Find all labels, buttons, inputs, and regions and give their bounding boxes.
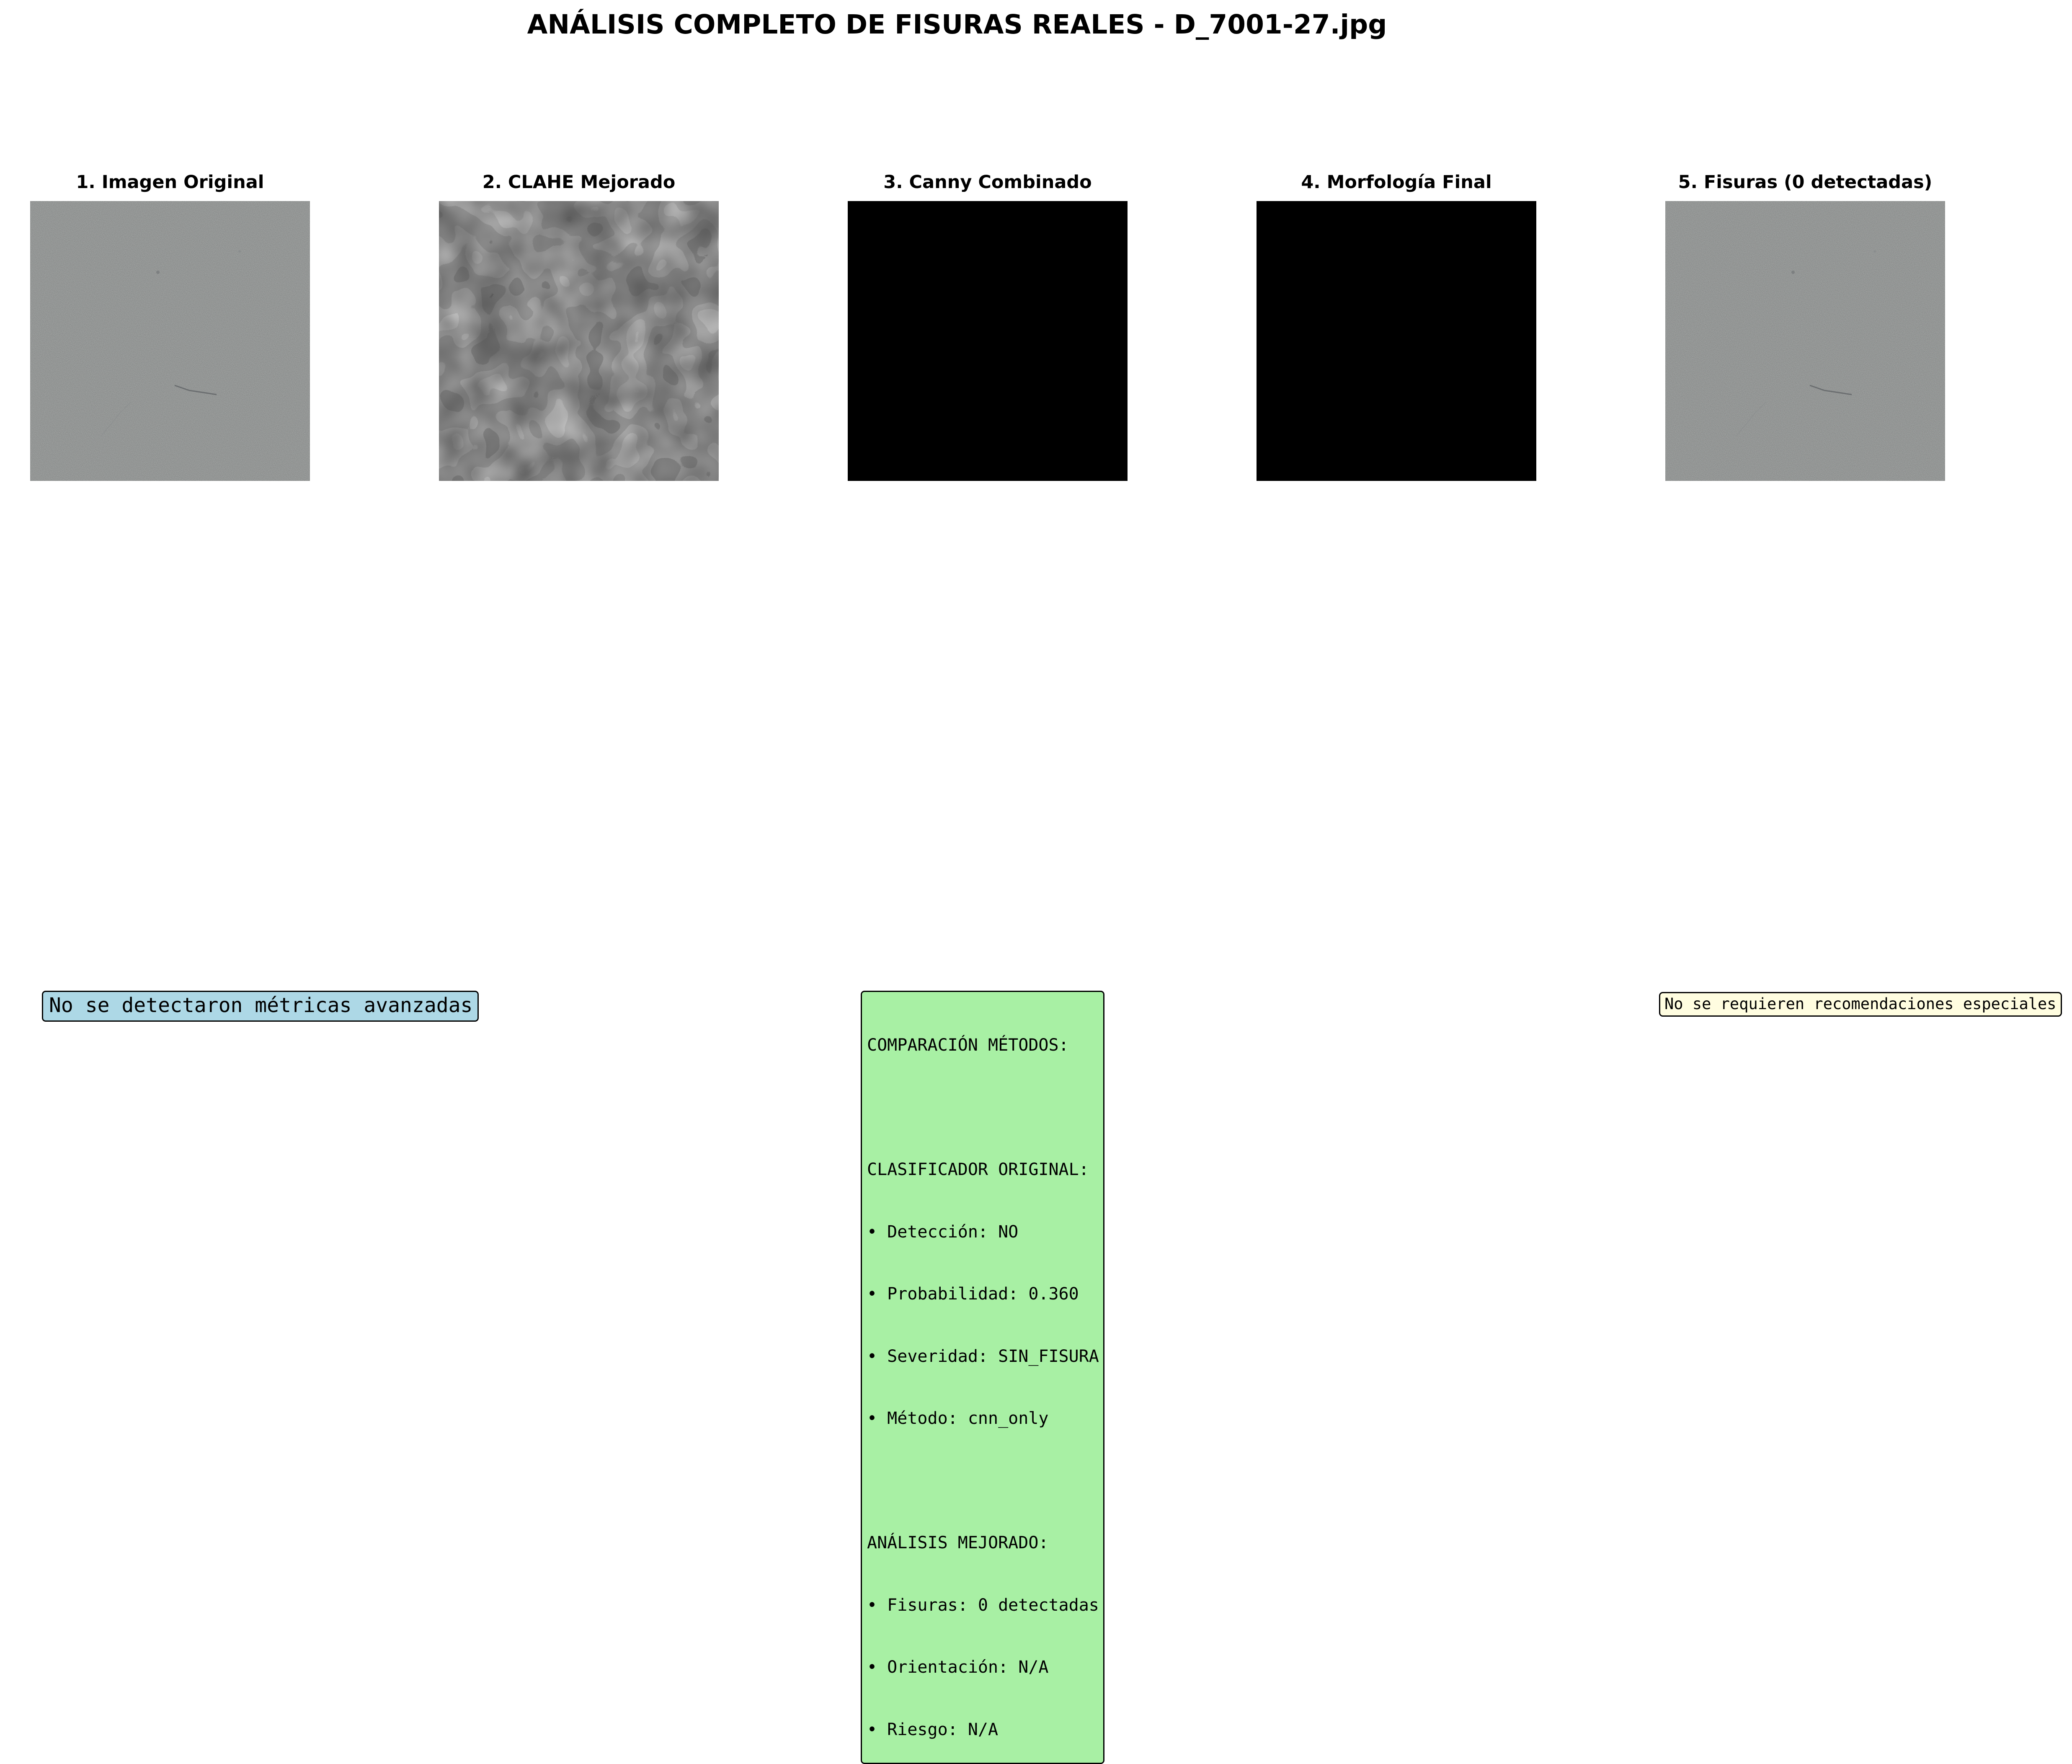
panel-title-canny: 3. Canny Combinado (883, 172, 1092, 193)
severity-line: • Severidad: SIN_FISURA (867, 1346, 1099, 1366)
probability-line: • Probabilidad: 0.360 (867, 1284, 1079, 1304)
cracks-count-line: • Fisuras: 0 detectadas (867, 1595, 1099, 1615)
comparison-spacer (867, 1471, 1099, 1492)
panel-original-image (30, 201, 310, 481)
panel-clahe-image (439, 201, 719, 481)
comparison-spacer (867, 1098, 1099, 1118)
method-comparison-box: COMPARACIÓN MÉTODOS: CLASIFICADOR ORIGIN… (861, 991, 1104, 1764)
clahe-enhanced-texture (439, 201, 719, 481)
panel-morphology-image (1257, 201, 1536, 481)
panel-canny-image (848, 201, 1128, 481)
comparison-heading: COMPARACIÓN MÉTODOS: (867, 1036, 1069, 1055)
improved-analysis-heading: ANÁLISIS MEJORADO: (867, 1533, 1049, 1552)
advanced-metrics-box: No se detectaron métricas avanzadas (42, 991, 479, 1022)
orientation-line: • Orientación: N/A (867, 1658, 1049, 1677)
panel-title-original: 1. Imagen Original (76, 172, 264, 193)
risk-line: • Riesgo: N/A (867, 1720, 999, 1739)
detection-line: • Detección: NO (867, 1222, 1019, 1242)
panel-title-morphology: 4. Morfología Final (1301, 172, 1492, 193)
panel-fisuras-image (1665, 201, 1945, 481)
canny-edge-map (848, 201, 1128, 481)
method-line: • Método: cnn_only (867, 1409, 1049, 1428)
panel-title-fisuras: 5. Fisuras (0 detectadas) (1678, 172, 1933, 193)
morphology-map (1257, 201, 1536, 481)
concrete-photo-original (30, 201, 310, 481)
figure-title: ANÁLISIS COMPLETO DE FISURAS REALES - D_… (527, 9, 1387, 40)
panel-title-clahe: 2. CLAHE Mejorado (482, 172, 676, 193)
concrete-photo-detections (1665, 201, 1945, 481)
recommendations-box: No se requieren recomendaciones especial… (1659, 992, 2062, 1017)
original-classifier-heading: CLASIFICADOR ORIGINAL: (867, 1160, 1089, 1179)
